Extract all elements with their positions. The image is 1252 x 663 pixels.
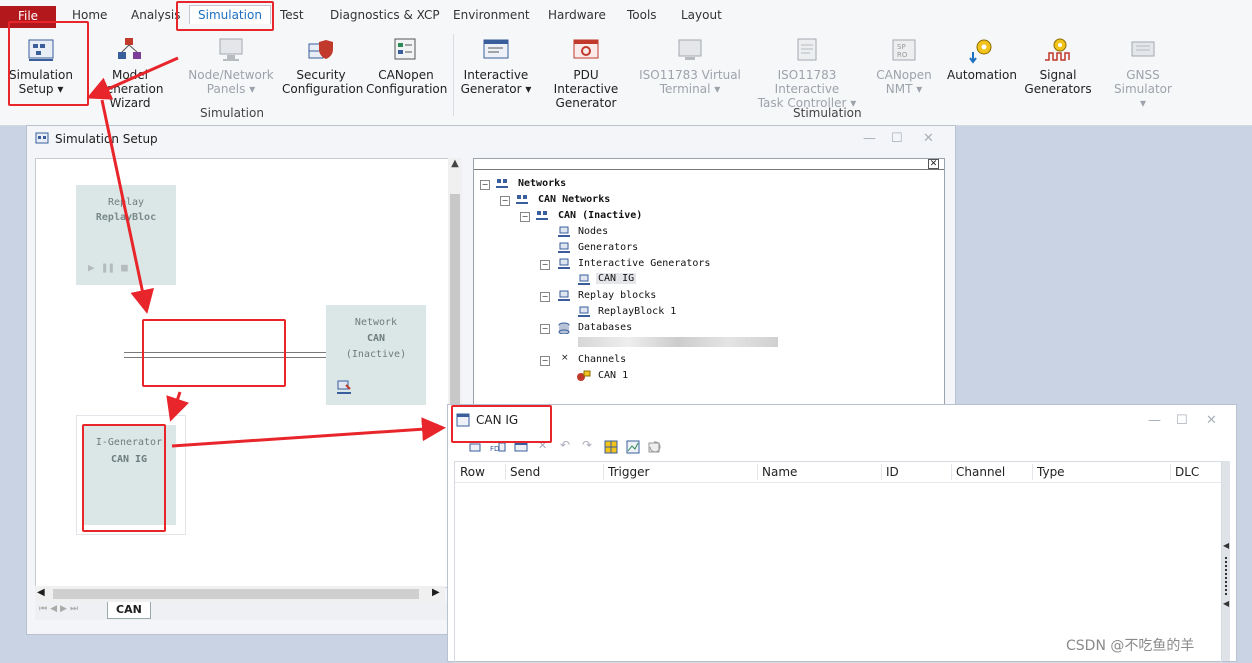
arrow-setup-to-bus (100, 99, 155, 314)
annotation-arrows (86, 56, 446, 448)
arrow-igen-to-window (171, 417, 446, 448)
arrow-tab-to-setup (86, 56, 179, 100)
watermark: CSDN @不吃鱼的羊 (1066, 638, 1195, 654)
arrow-bus-to-igen (166, 391, 190, 422)
